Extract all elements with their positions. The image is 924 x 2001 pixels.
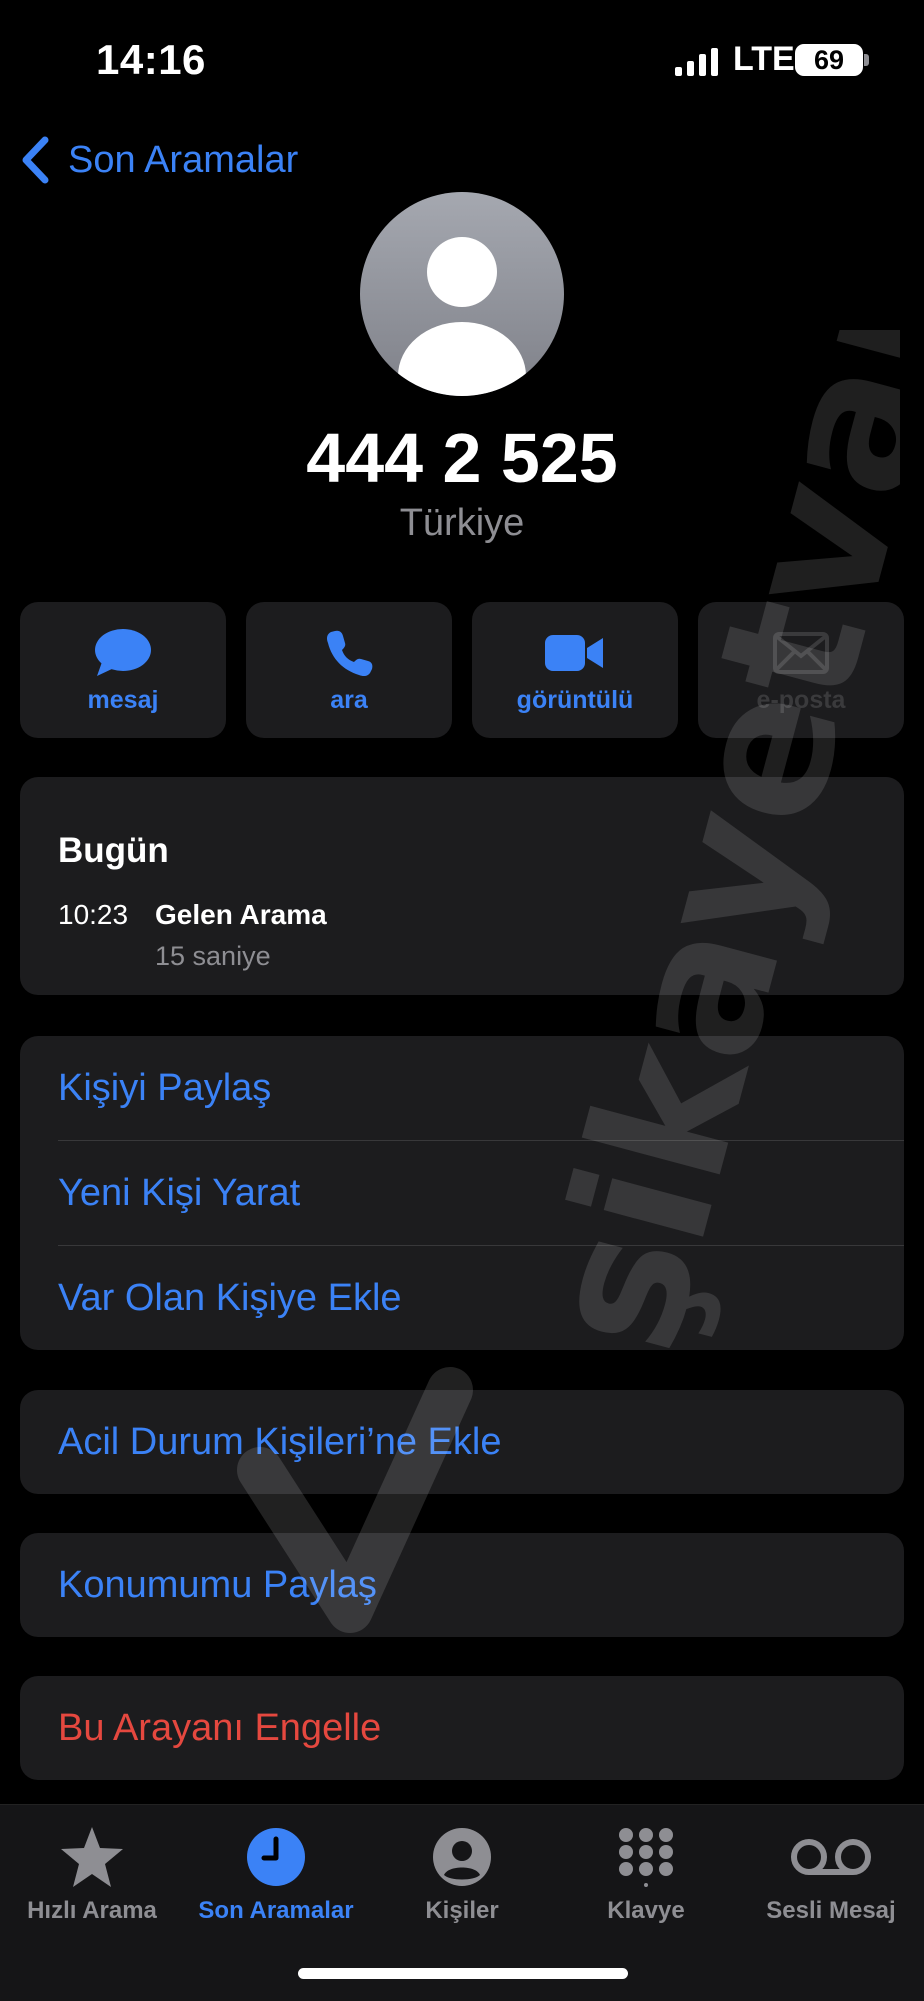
email-label: e-posta (756, 685, 846, 714)
battery-level: 69 (813, 44, 845, 75)
battery-indicator: 69 (795, 44, 863, 76)
person-circle-icon (433, 1828, 491, 1886)
video-button[interactable]: görüntülü (472, 602, 678, 738)
action-buttons: mesaj ara görüntülü e-posta (20, 602, 904, 738)
video-label: görüntülü (516, 685, 634, 714)
tab-contacts-label: Kişiler (425, 1897, 499, 1924)
emergency-contacts-option[interactable]: Acil Durum Kişileri’ne Ekle (20, 1390, 904, 1494)
tab-recents[interactable]: Son Aramalar (184, 1805, 368, 1945)
contact-avatar (360, 192, 564, 396)
share-location-option[interactable]: Konumumu Paylaş (20, 1533, 904, 1637)
call-time: 10:23 (58, 899, 129, 930)
chevron-left-icon (22, 136, 49, 184)
voicemail-icon (791, 1839, 871, 1875)
back-label: Son Aramalar (68, 138, 299, 181)
phone-icon (327, 630, 373, 676)
block-caller-option[interactable]: Bu Arayanı Engelle (20, 1676, 904, 1780)
share-contact-option[interactable]: Kişiyi Paylaş (58, 1036, 904, 1140)
call-type: Gelen Arama (155, 899, 327, 930)
clock-icon (247, 1828, 305, 1886)
status-time: 14:16 (96, 36, 206, 83)
call-duration: 15 saniye (155, 941, 271, 971)
create-contact-option[interactable]: Yeni Kişi Yarat (58, 1141, 904, 1245)
tab-favorites[interactable]: Hızlı Arama (0, 1805, 184, 1945)
tab-voicemail[interactable]: Sesli Mesaj (739, 1805, 923, 1945)
tab-contacts[interactable]: Kişiler (370, 1805, 554, 1945)
home-indicator[interactable] (298, 1968, 628, 1979)
email-button[interactable]: e-posta (698, 602, 904, 738)
message-button[interactable]: mesaj (20, 602, 226, 738)
tab-recents-label: Son Aramalar (198, 1897, 354, 1924)
share-location-label: Konumumu Paylaş (58, 1563, 377, 1606)
recent-calls-card: Bugün 10:23 Gelen Arama 15 saniye (20, 777, 904, 995)
network-type: LTE (733, 40, 795, 78)
phone-number: 444 2 525 (306, 419, 618, 497)
tab-keypad-label: Klavye (607, 1897, 685, 1924)
tab-keypad[interactable]: Klavye (554, 1805, 738, 1945)
video-camera-icon (545, 634, 603, 671)
battery-cap (864, 54, 869, 66)
call-label: ara (330, 685, 368, 714)
contact-options-list: Kişiyi Paylaş Yeni Kişi Yarat Var Olan K… (20, 1036, 904, 1350)
add-to-existing-option[interactable]: Var Olan Kişiye Ekle (58, 1246, 904, 1350)
call-button[interactable]: ara (246, 602, 452, 738)
tab-favorites-label: Hızlı Arama (27, 1897, 157, 1924)
emergency-contacts-label: Acil Durum Kişileri’ne Ekle (58, 1420, 502, 1463)
tab-voicemail-label: Sesli Mesaj (766, 1897, 896, 1924)
back-button[interactable]: Son Aramalar (20, 136, 298, 184)
envelope-icon (773, 631, 829, 674)
message-bubble-icon (95, 628, 151, 676)
message-label: mesaj (87, 685, 159, 714)
phone-country: Türkiye (399, 502, 525, 544)
block-caller-label: Bu Arayanı Engelle (58, 1706, 382, 1749)
star-icon (61, 1827, 123, 1887)
cellular-signal-icon (675, 48, 718, 76)
person-silhouette-icon (398, 237, 526, 396)
keypad-icon (619, 1828, 673, 1887)
recent-day: Bugün (58, 831, 169, 870)
